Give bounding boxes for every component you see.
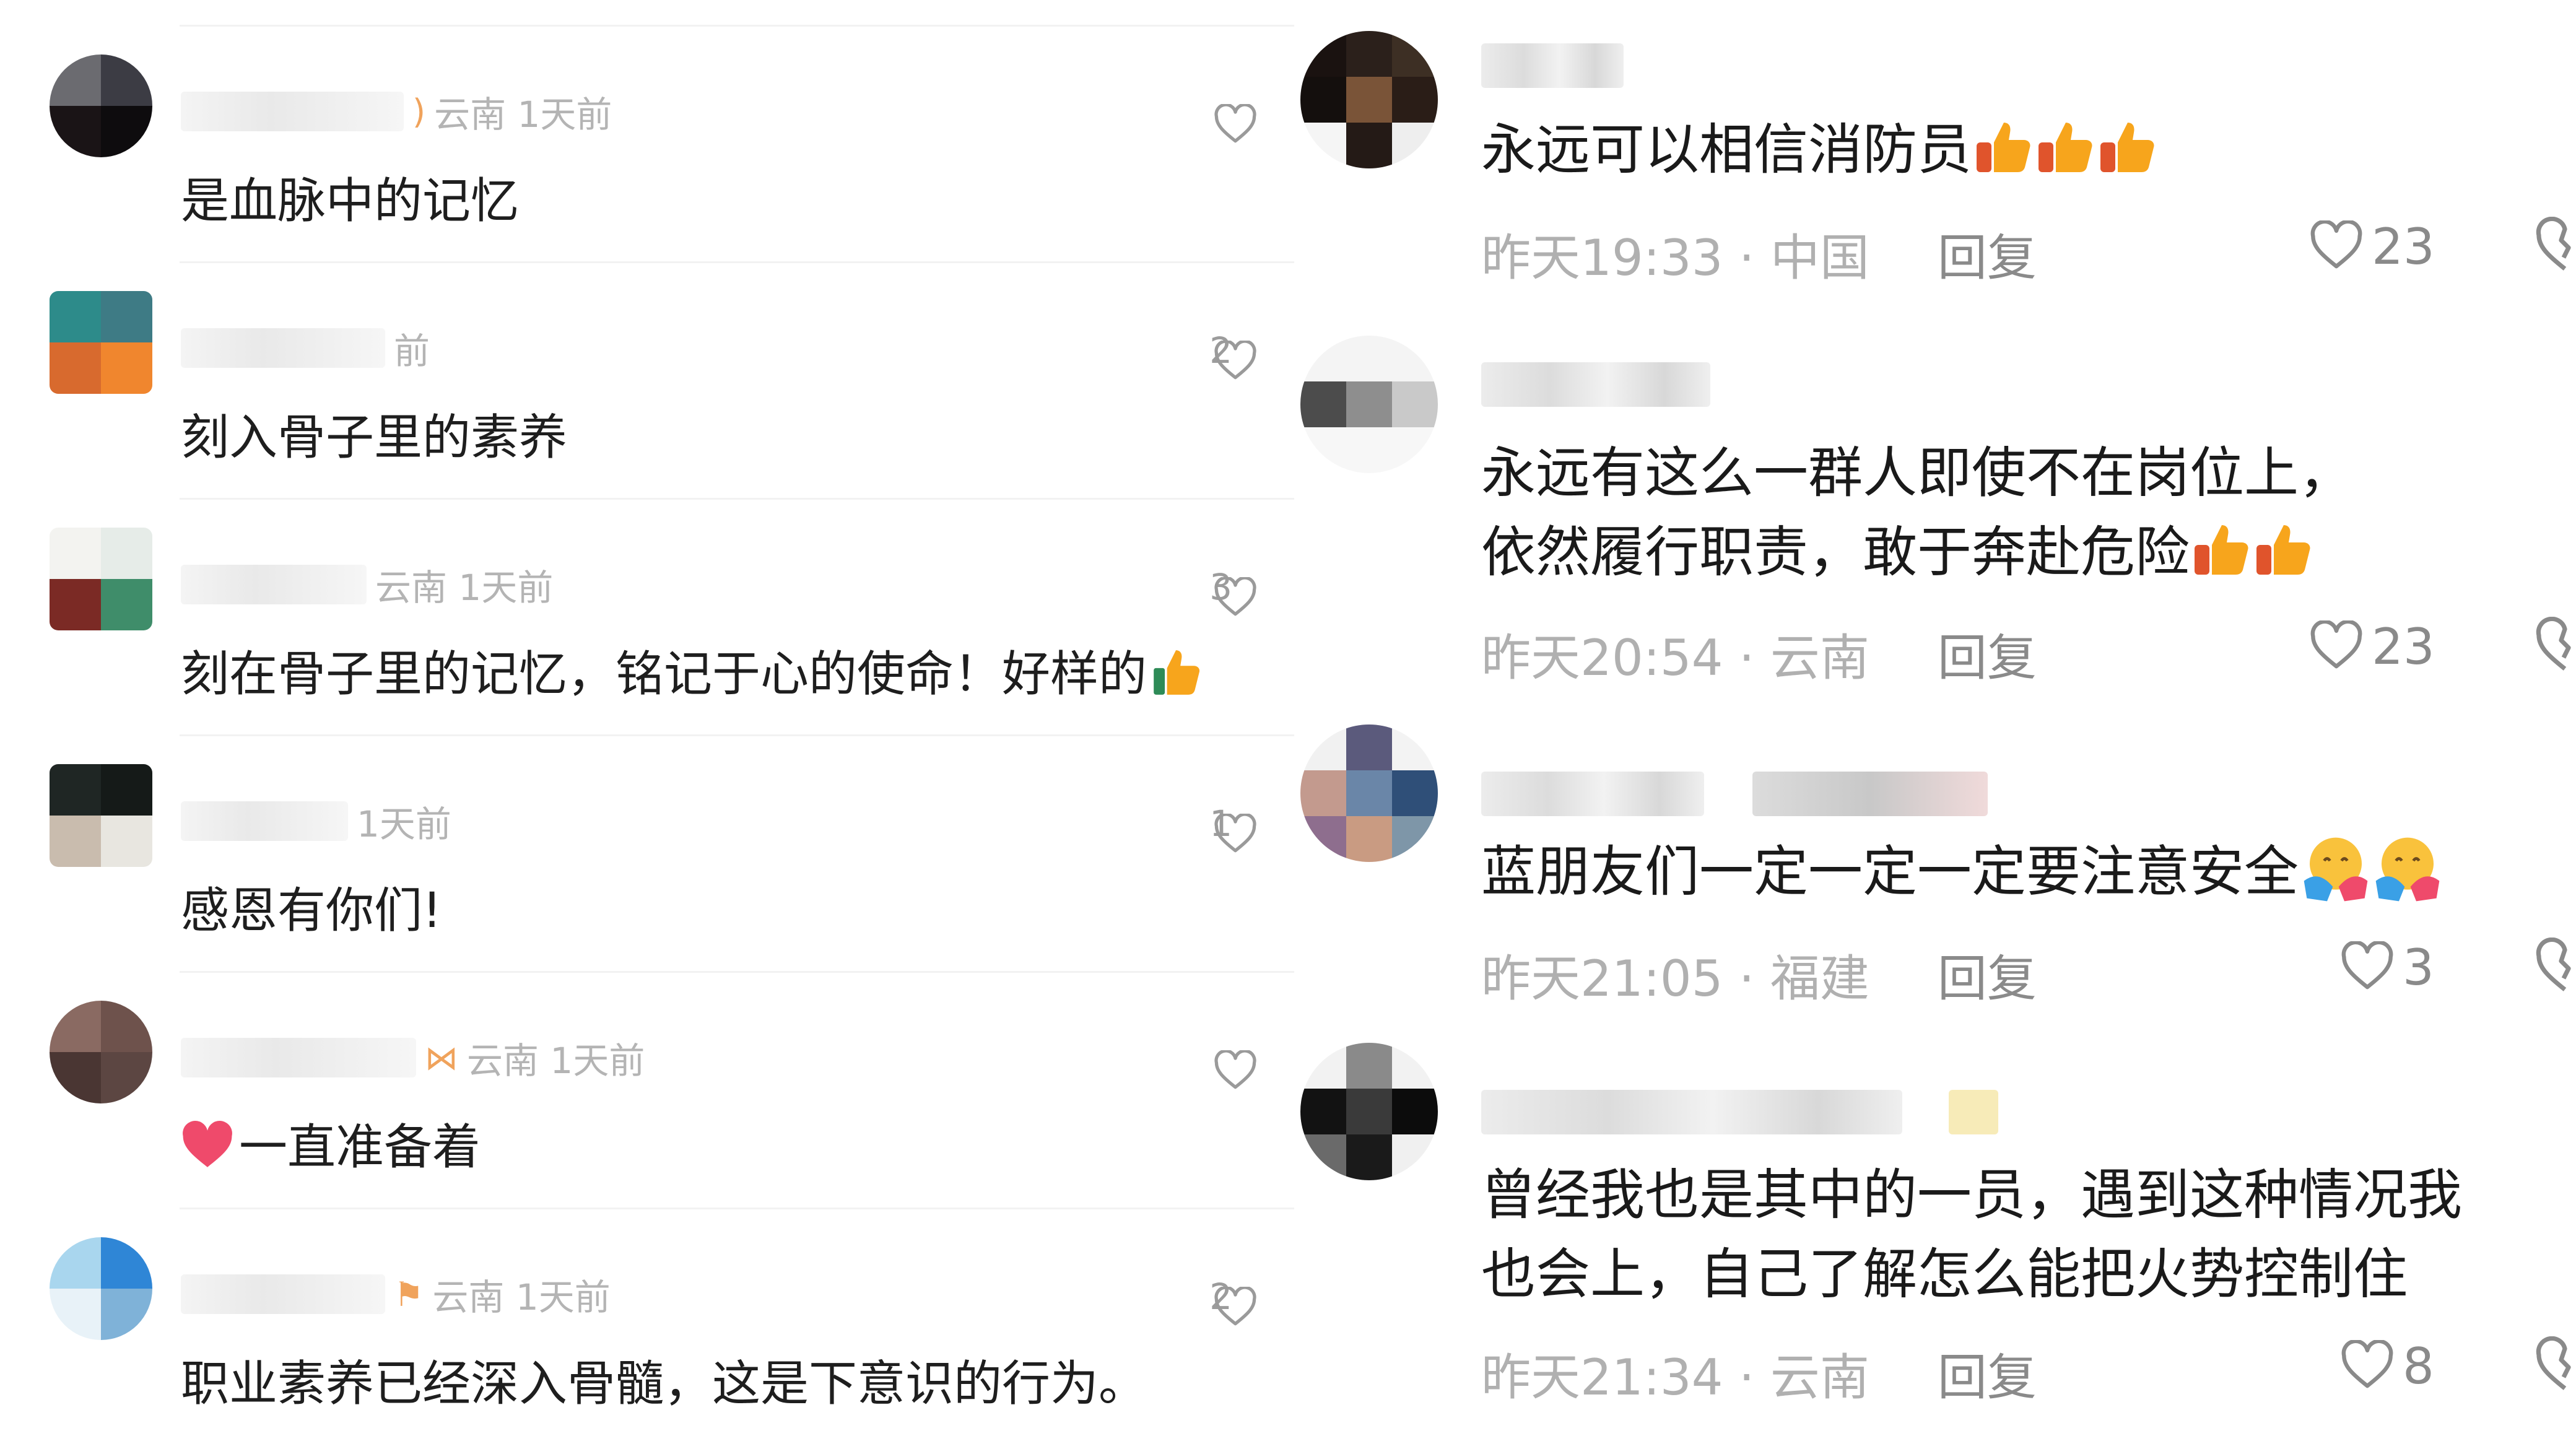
username-blurred[interactable]	[181, 565, 367, 604]
thumbs-up-emoji-icon	[1154, 650, 1200, 695]
comment-text: 一直准备着	[181, 1108, 481, 1178]
username-blurred[interactable]	[181, 1038, 416, 1077]
divider	[180, 1208, 1294, 1209]
divider	[180, 971, 1294, 973]
heart-icon[interactable]	[1214, 341, 1257, 380]
avatar[interactable]	[1300, 724, 1438, 862]
comment-meta: 昨天21:34 · 云南 回复	[1481, 1349, 2037, 1406]
heart-icon[interactable]	[1214, 814, 1257, 853]
username-blurred[interactable]	[1752, 772, 1988, 816]
comment-item: ⚑ 云南 1天前 职业素养已经深入骨髓，这是下意识的行为。 2	[0, 1208, 1294, 1444]
comment-text: 感恩有你们!	[181, 883, 442, 939]
like-button[interactable]: 23	[2310, 218, 2435, 276]
comment-meta: ) 云南 1天前	[181, 85, 1110, 136]
comment-text: 刻在骨子里的记忆，铭记于心的使命！好样的	[181, 635, 1203, 705]
username-blurred[interactable]	[181, 1274, 385, 1314]
thumbs-up-emoji-icon	[2256, 525, 2310, 575]
comment-meta: ⋈ 云南 1天前	[181, 1032, 1110, 1082]
hugging-face-emoji-icon	[2304, 837, 2368, 902]
avatar[interactable]	[50, 764, 152, 867]
comment-text: 永远有这么一群人即使不在岗位上， 依然履行职责，敢于奔赴危险	[1481, 441, 2354, 584]
comment-text: 蓝朋友们一定一定一定要注意安全	[1481, 832, 2442, 912]
comment-text: 职业素养已经深入骨髓，这是下意识的行为。	[181, 1356, 1147, 1412]
heart-icon	[2310, 219, 2362, 269]
comment-item: ⋈ 云南 1天前 一直准备着	[0, 971, 1294, 1208]
thumbs-up-emoji-icon	[2195, 525, 2248, 575]
divider	[180, 498, 1294, 500]
username-blurred[interactable]	[1481, 362, 1710, 407]
bow-badge-icon: ⋈	[425, 1038, 458, 1077]
username-badge	[1949, 1090, 1998, 1134]
red-heart-emoji-icon	[183, 1120, 232, 1167]
right-comment-panel: 永远可以相信消防员 昨天19:33 · 中国 回复 23 永远有这么一群人即使不在…	[1294, 0, 2576, 1449]
reply-button[interactable]: 回复	[1938, 629, 2037, 687]
hugging-face-emoji-icon	[2375, 837, 2440, 902]
thumbs-up-emoji-icon	[2100, 123, 2154, 172]
comment-item: ) 云南 1天前 是血脉中的记忆	[0, 25, 1294, 261]
heart-icon	[2310, 619, 2362, 669]
username-blurred[interactable]	[181, 801, 348, 841]
comment-text: 刻入骨子里的素养	[181, 410, 568, 466]
reply-button[interactable]: 回复	[1938, 229, 2037, 287]
username-blurred[interactable]	[181, 92, 404, 131]
divider	[180, 734, 1294, 736]
like-button[interactable]: 8	[2341, 1338, 2434, 1395]
heart-icon[interactable]	[1214, 577, 1257, 617]
comment-meta: ⚑ 云南 1天前	[181, 1268, 1110, 1318]
comment-text: 曾经我也是其中的一员，遇到这种情况我 也会上，自己了解怎么能把火势控制住	[1481, 1163, 2463, 1306]
thumbs-up-emoji-icon	[2039, 123, 2092, 172]
comment-text: 永远可以相信消防员	[1481, 110, 2157, 189]
reply-button[interactable]: 回复	[1938, 1349, 2037, 1406]
heart-icon[interactable]	[1214, 1050, 1257, 1090]
comment-meta: 1天前	[181, 795, 1110, 845]
avatar[interactable]	[50, 1237, 152, 1340]
divider	[180, 261, 1294, 263]
heart-icon[interactable]	[1214, 1287, 1257, 1326]
comment-item: 前 刻入骨子里的素养 2	[0, 261, 1294, 498]
avatar[interactable]	[50, 1001, 152, 1103]
comment-text: 是血脉中的记忆	[181, 173, 520, 229]
thumbs-up-emoji-icon	[1977, 123, 2030, 172]
avatar[interactable]	[1300, 31, 1438, 168]
username-blurred[interactable]	[181, 328, 385, 368]
like-button[interactable]: 3	[2341, 939, 2434, 996]
comment-meta: 云南 1天前	[181, 559, 1110, 609]
avatar[interactable]	[1300, 336, 1438, 473]
comment-item: 1天前 感恩有你们! 1	[0, 734, 1294, 971]
heart-icon	[2341, 940, 2393, 990]
username-blurred[interactable]	[1481, 43, 1624, 88]
heart-icon[interactable]	[1214, 104, 1257, 144]
reply-button[interactable]: 回复	[1938, 950, 2037, 1007]
avatar[interactable]	[1300, 1043, 1438, 1180]
comment-meta: 前	[181, 322, 1110, 372]
broken-heart-icon[interactable]	[2535, 617, 2576, 674]
like-button[interactable]: 23	[2310, 618, 2435, 676]
broken-heart-icon[interactable]	[2535, 938, 2576, 994]
flag-badge-icon: ⚑	[394, 1274, 424, 1314]
username-blurred[interactable]	[1481, 772, 1704, 816]
comment-meta: 昨天20:54 · 云南 回复	[1481, 629, 2037, 687]
left-comment-panel: ) 云南 1天前 是血脉中的记忆 前 刻入骨子里的素养 2 云南 1天前 刻在骨子…	[0, 0, 1294, 1449]
broken-heart-icon[interactable]	[2535, 1336, 2576, 1393]
avatar[interactable]	[50, 528, 152, 630]
ear-badge-icon: )	[412, 92, 426, 131]
avatar[interactable]	[50, 54, 152, 157]
comment-meta: 昨天19:33 · 中国 回复	[1481, 229, 2037, 287]
comment-meta: 昨天21:05 · 福建 回复	[1481, 950, 2037, 1007]
heart-icon	[2341, 1339, 2393, 1388]
username-blurred[interactable]	[1481, 1090, 1902, 1134]
comment-item: 云南 1天前 刻在骨子里的记忆，铭记于心的使命！好样的 3	[0, 498, 1294, 734]
broken-heart-icon[interactable]	[2535, 217, 2576, 274]
divider	[180, 25, 1294, 27]
avatar[interactable]	[50, 291, 152, 394]
